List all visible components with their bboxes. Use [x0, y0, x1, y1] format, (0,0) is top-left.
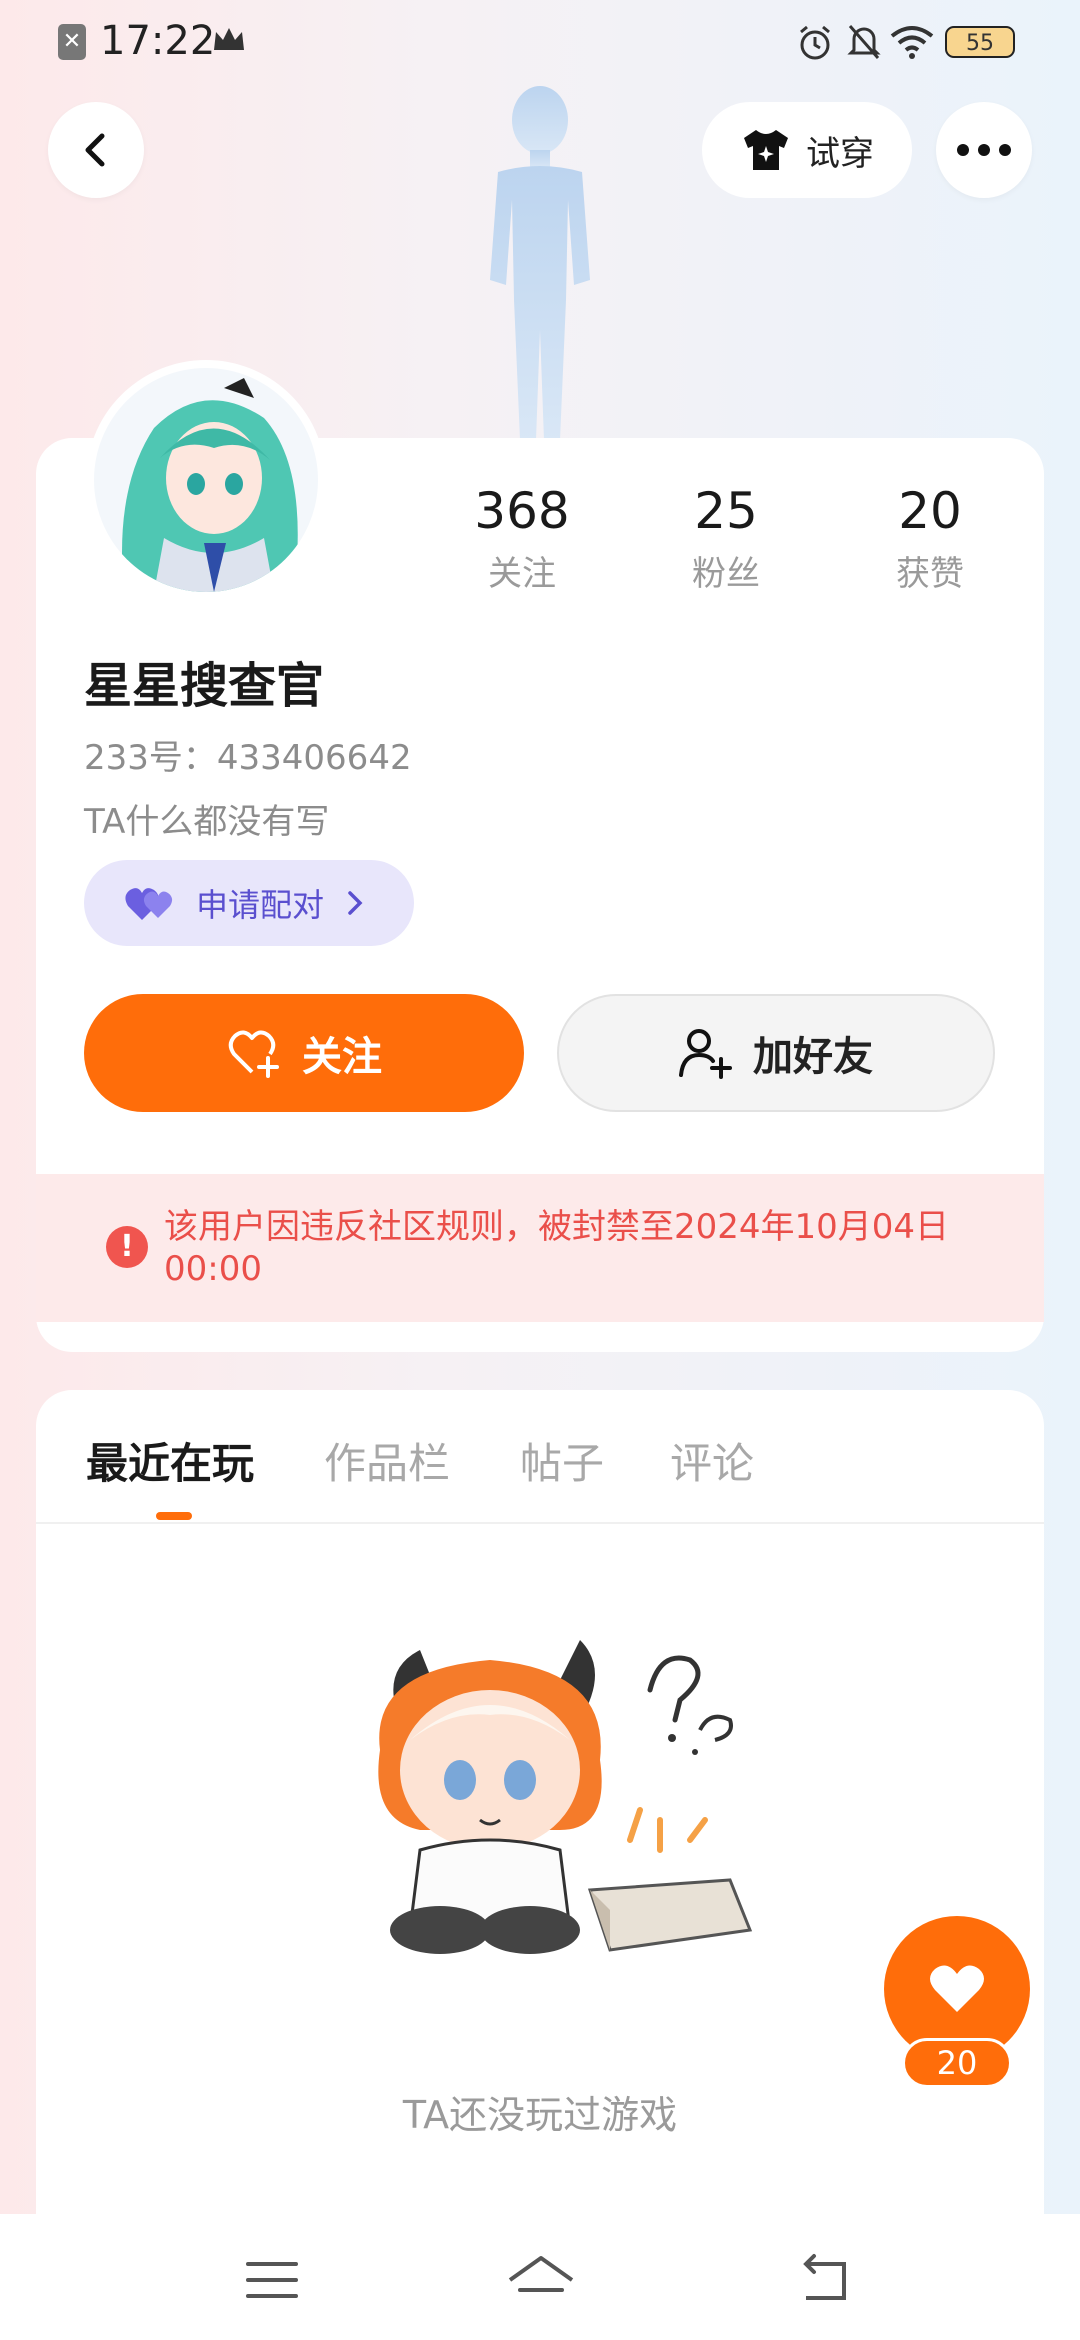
empty-state-illustration [378, 1640, 753, 1954]
avatar[interactable] [86, 360, 326, 600]
stat-fans-value: 25 [694, 482, 758, 540]
home-icon[interactable] [506, 2250, 576, 2310]
shirt-icon [744, 130, 788, 170]
request-pair-button[interactable]: 申请配对 [84, 860, 414, 946]
user-id: 233号：433406642 [84, 738, 412, 778]
menu-icon[interactable] [242, 2250, 302, 2310]
status-bar: ✕ 17:22 55 [0, 0, 1080, 84]
add-friend-label: 加好友 [753, 1034, 873, 1080]
stat-following-value: 368 [474, 482, 570, 540]
chevron-left-icon [85, 133, 105, 167]
avatar-figure-preview [490, 86, 590, 440]
follow-button[interactable]: 关注 [84, 994, 524, 1112]
avatar-image [94, 368, 318, 592]
stat-likes-value: 20 [898, 482, 962, 540]
status-time: 17:22 [100, 18, 216, 64]
stat-following[interactable]: 368 关注 [422, 482, 622, 595]
stat-fans-label: 粉丝 [692, 554, 760, 594]
back-nav-icon[interactable] [796, 2250, 856, 2310]
stat-likes-label: 获赞 [896, 554, 964, 594]
tab-posts[interactable]: 帖子 [520, 1430, 604, 1491]
user-bio: TA什么都没有写 [84, 802, 330, 842]
empty-state-text: TA还没玩过游戏 [402, 2093, 678, 2137]
request-pair-label: 申请配对 [196, 886, 325, 924]
heart-plus-icon [228, 1030, 279, 1078]
ban-notice-text: 该用户因违反社区规则，被封禁至2024年10月04日 00:00 [164, 1207, 950, 1289]
username: 星星搜查官 [84, 658, 325, 714]
like-count-badge: 20 [902, 2038, 1012, 2088]
alarm-icon [800, 25, 830, 60]
try-on-label: 试穿 [806, 133, 874, 174]
tab-recently-played[interactable]: 最近在玩 [86, 1430, 254, 1491]
alert-icon: ! [106, 1226, 148, 1268]
mute-bell-icon [847, 25, 881, 59]
back-button[interactable] [48, 102, 144, 198]
more-dots-icon [957, 144, 1011, 156]
battery-indicator: 55 [945, 26, 1015, 58]
stat-following-label: 关注 [488, 554, 556, 594]
tab-works[interactable]: 作品栏 [324, 1430, 450, 1491]
notification-close-icon: ✕ [58, 24, 86, 60]
add-user-icon [679, 1029, 732, 1079]
crown-icon [214, 28, 244, 50]
try-on-button[interactable]: 试穿 [702, 102, 912, 198]
tab-divider [36, 1522, 1044, 1524]
stat-likes[interactable]: 20 获赞 [830, 482, 1030, 595]
stat-fans[interactable]: 25 粉丝 [626, 482, 826, 595]
more-options-button[interactable] [936, 102, 1032, 198]
chevron-right-icon [348, 891, 363, 915]
wifi-icon [890, 26, 934, 59]
tab-comments[interactable]: 评论 [670, 1430, 754, 1491]
add-friend-button[interactable]: 加好友 [557, 994, 995, 1112]
heart-icon [930, 1965, 984, 2012]
double-heart-icon [125, 888, 173, 920]
tab-indicator [156, 1512, 192, 1520]
follow-label: 关注 [302, 1034, 382, 1080]
